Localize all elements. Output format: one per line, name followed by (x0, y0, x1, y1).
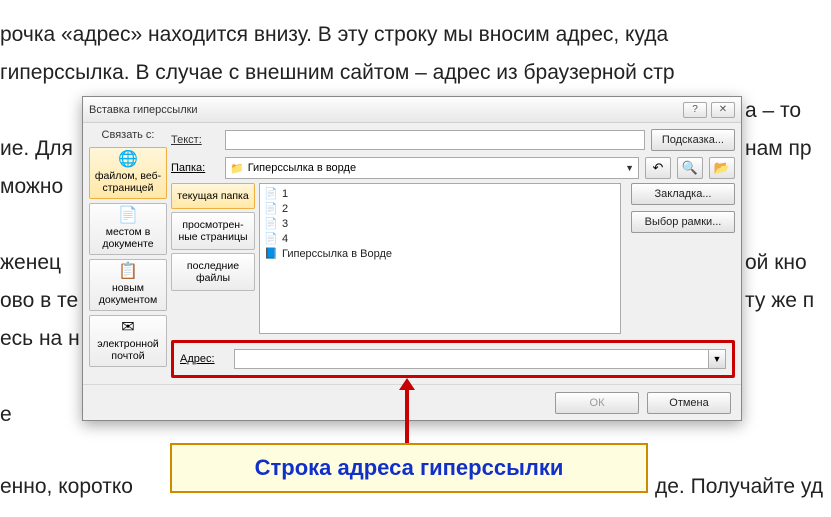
file-name: Гиперссылка в Ворде (282, 248, 392, 260)
annotation-callout: Строка адреса гиперссылки (170, 443, 648, 493)
dialog-title: Вставка гиперссылки (89, 104, 679, 116)
file-icon: 📄 (264, 217, 278, 230)
link-type-label: файлом, веб-страницей (92, 170, 164, 194)
link-with-label: Связать с: (89, 129, 167, 141)
file-icon: 📄 (264, 232, 278, 245)
list-item[interactable]: 📘 Гиперссылка в Ворде (262, 246, 618, 261)
title-bar: Вставка гиперссылки ? ✕ (83, 97, 741, 123)
mail-icon: ✉ (121, 320, 134, 336)
address-row-highlight: Адрес: ▼ (171, 340, 735, 378)
subnav-browsed-pages[interactable]: просмотрен-ные страницы (171, 212, 255, 250)
folder-combo[interactable]: 📁 Гиперссылка в ворде ▼ (225, 157, 639, 179)
link-type-new-doc[interactable]: 📋 новым документом (89, 259, 167, 311)
annotation-arrow (405, 388, 409, 443)
display-text-input[interactable] (225, 130, 645, 150)
file-name: 4 (282, 233, 288, 245)
file-name: 1 (282, 188, 288, 200)
bg-text: енно, коротко (0, 472, 133, 501)
bg-text: ие. Для (0, 134, 73, 163)
close-button[interactable]: ✕ (711, 102, 735, 118)
link-type-file-web[interactable]: 🌐 файлом, веб-страницей (89, 147, 167, 199)
list-item[interactable]: 📄3 (262, 216, 618, 231)
link-type-label: местом в документе (92, 226, 164, 250)
chevron-down-icon: ▼ (713, 354, 722, 364)
ok-button[interactable]: ОК (555, 392, 639, 414)
address-dropdown-button[interactable]: ▼ (708, 349, 726, 369)
bg-text: женец (0, 248, 61, 277)
document-icon: 📄 (118, 208, 138, 224)
target-frame-button[interactable]: Выбор рамки... (631, 211, 735, 233)
bg-text: ту же п (745, 286, 814, 315)
link-type-email[interactable]: ✉ электронной почтой (89, 315, 167, 367)
subnav-current-folder[interactable]: текущая папка (171, 183, 255, 209)
folder-value: Гиперссылка в ворде (248, 162, 356, 174)
browse-web-button[interactable]: 🔍 (677, 157, 703, 179)
chevron-down-icon: ▼ (625, 163, 634, 173)
bg-text: а – то (745, 96, 801, 125)
file-name: 2 (282, 203, 288, 215)
help-button[interactable]: ? (683, 102, 707, 118)
bg-text: можно (0, 172, 63, 201)
bg-text: нам пр (745, 134, 812, 163)
file-name: 3 (282, 218, 288, 230)
search-icon: 🔍 (682, 160, 698, 176)
open-folder-icon: 📂 (714, 160, 730, 176)
globe-icon: 🌐 (118, 152, 138, 168)
open-folder-button[interactable]: 📂 (709, 157, 735, 179)
folder-label: Папка: (171, 162, 219, 174)
bg-text: ой кно (745, 248, 807, 277)
up-folder-button[interactable]: ↶ (645, 157, 671, 179)
new-doc-icon: 📋 (118, 264, 138, 280)
up-arrow-icon: ↶ (653, 160, 664, 176)
text-label: Текст: (171, 134, 219, 146)
folder-icon: 📁 (230, 162, 244, 175)
bg-text: ово в те (0, 286, 78, 315)
file-icon: 📄 (264, 202, 278, 215)
link-type-label: новым документом (92, 282, 164, 306)
subnav-recent-files[interactable]: последние файлы (171, 253, 255, 291)
bookmark-button[interactable]: Закладка... (631, 183, 735, 205)
file-list[interactable]: 📄1 📄2 📄3 📄4 📘Гиперссылка в Ворде (259, 183, 621, 334)
bg-text: гиперссылка. В случае с внешним сайтом –… (0, 58, 675, 87)
address-input[interactable] (234, 349, 708, 369)
insert-hyperlink-dialog: Вставка гиперссылки ? ✕ Связать с: 🌐 фай… (82, 96, 742, 421)
address-label: Адрес: (180, 353, 228, 365)
file-icon: 📄 (264, 187, 278, 200)
list-item[interactable]: 📄2 (262, 201, 618, 216)
word-icon: 📘 (264, 247, 278, 260)
bg-text: есь на н (0, 324, 80, 353)
list-item[interactable]: 📄4 (262, 231, 618, 246)
bg-text: е (0, 400, 12, 429)
link-type-place-in-doc[interactable]: 📄 местом в документе (89, 203, 167, 255)
link-type-label: электронной почтой (92, 338, 164, 362)
cancel-button[interactable]: Отмена (647, 392, 731, 414)
bg-text: рочка «адрес» находится внизу. В эту стр… (0, 20, 668, 49)
bg-text: де. Получайте уд (655, 472, 823, 501)
hint-button[interactable]: Подсказка... (651, 129, 735, 151)
list-item[interactable]: 📄1 (262, 186, 618, 201)
